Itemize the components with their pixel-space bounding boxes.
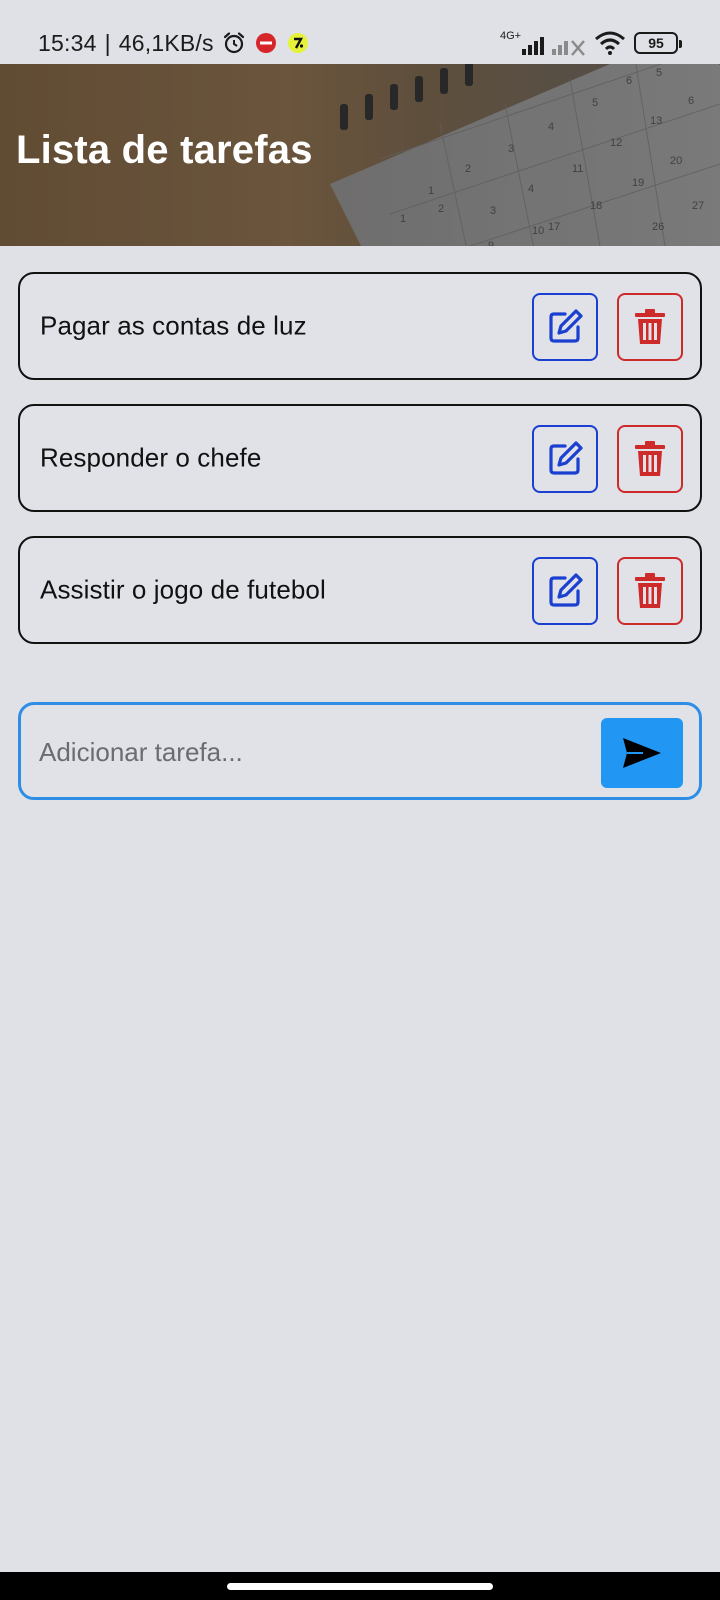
trash-icon bbox=[635, 573, 665, 608]
task-text: Assistir o jogo de futebol bbox=[40, 574, 326, 605]
network-type-label: 4G+ bbox=[500, 30, 521, 42]
task-text: Pagar as contas de luz bbox=[40, 310, 307, 341]
delete-task-button[interactable] bbox=[617, 557, 683, 625]
task-list: Pagar as contas de luz Responder o chefe… bbox=[18, 272, 702, 668]
task-item: Assistir o jogo de futebol bbox=[18, 536, 702, 644]
header-banner: 5 6 1 2 3 4 5 6 1 2 3 4 9 10 11 12 13 8 … bbox=[0, 64, 720, 246]
task-text: Responder o chefe bbox=[40, 442, 262, 473]
page-title: Lista de tarefas bbox=[16, 128, 313, 172]
add-task-input[interactable] bbox=[39, 725, 579, 779]
yellow-app-notification-icon bbox=[286, 31, 310, 55]
send-icon bbox=[623, 738, 661, 768]
battery-icon: 95 bbox=[634, 32, 682, 54]
battery-level: 95 bbox=[648, 35, 664, 51]
delete-task-button[interactable] bbox=[617, 293, 683, 361]
add-task-bar bbox=[18, 702, 702, 800]
app-screen: 15:34 | 46,1KB/s 4G+ 95 5 6 1 2 3 4 5 6 … bbox=[0, 0, 720, 1600]
edit-icon bbox=[549, 573, 583, 607]
delete-task-button[interactable] bbox=[617, 425, 683, 493]
red-app-notification-icon bbox=[254, 31, 278, 55]
trash-icon bbox=[635, 441, 665, 476]
home-indicator[interactable] bbox=[227, 1583, 493, 1590]
task-item: Pagar as contas de luz bbox=[18, 272, 702, 380]
trash-icon bbox=[635, 309, 665, 344]
task-item: Responder o chefe bbox=[18, 404, 702, 512]
edit-icon bbox=[549, 309, 583, 343]
edit-task-button[interactable] bbox=[532, 557, 598, 625]
send-button[interactable] bbox=[601, 718, 683, 788]
navigation-bar bbox=[0, 1572, 720, 1600]
status-net-speed: 46,1KB/s bbox=[118, 29, 214, 56]
signal-icon: 4G+ bbox=[500, 29, 544, 57]
status-right: 4G+ 95 bbox=[500, 28, 682, 58]
signal-no-service-icon bbox=[552, 29, 586, 57]
status-left: 15:34 | 46,1KB/s bbox=[38, 28, 310, 58]
wifi-icon bbox=[594, 30, 626, 56]
edit-task-button[interactable] bbox=[532, 293, 598, 361]
edit-icon bbox=[549, 441, 583, 475]
status-bar: 15:34 | 46,1KB/s 4G+ 95 bbox=[0, 0, 720, 64]
status-separator: | bbox=[104, 29, 111, 56]
edit-task-button[interactable] bbox=[532, 425, 598, 493]
status-time: 15:34 bbox=[38, 29, 97, 56]
alarm-icon bbox=[222, 31, 246, 55]
